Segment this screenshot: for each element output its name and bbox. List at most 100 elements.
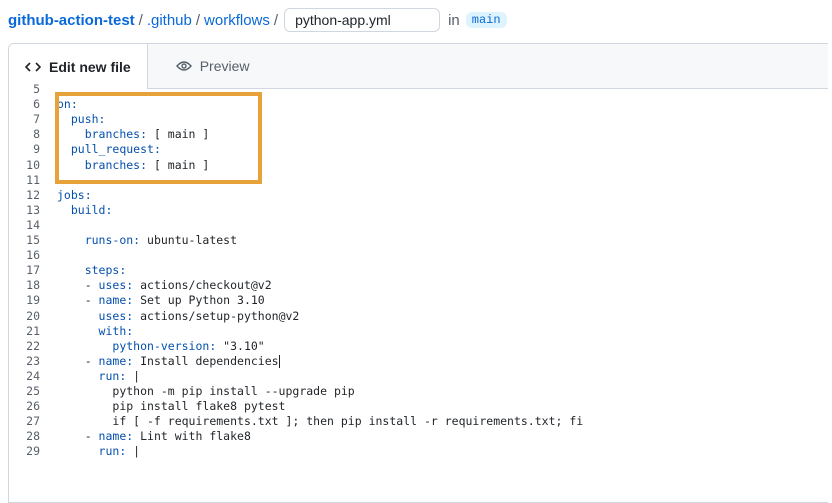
- line-number: 9: [33, 142, 40, 157]
- code-line[interactable]: 5: [9, 82, 40, 97]
- line-number: 11: [26, 172, 40, 187]
- yaml-value: Set up Python 3.10: [133, 293, 265, 308]
- code-line[interactable]: 28 - name: Lint with flake8: [9, 429, 251, 444]
- line-text: run: |: [57, 369, 141, 384]
- yaml-value: Install dependencies: [133, 353, 279, 368]
- line-number: 10: [26, 157, 40, 172]
- line-number: 16: [26, 248, 40, 263]
- filename-input[interactable]: [284, 8, 441, 32]
- breadcrumb-github-dir-link[interactable]: .github: [147, 12, 192, 29]
- yaml-key: runs-on:: [84, 233, 141, 247]
- text-cursor: [278, 354, 280, 368]
- yaml-key: branches:: [84, 127, 148, 142]
- yaml-key: with:: [98, 323, 134, 338]
- code-line[interactable]: 17 steps:: [9, 263, 126, 278]
- line-text: python-version: "3.10": [57, 338, 265, 354]
- line-number: 8: [33, 127, 40, 142]
- code-line[interactable]: 24 run: |: [9, 369, 140, 384]
- breadcrumb: github-action-test / .github / workflows…: [8, 6, 507, 34]
- line-number: 21: [26, 323, 40, 338]
- tab-preview[interactable]: Preview: [148, 44, 266, 88]
- yaml-key: branches:: [84, 157, 148, 172]
- yaml-value: "3.10": [216, 338, 265, 353]
- yaml-value: ubuntu-latest: [140, 233, 238, 247]
- line-text: pull_request:: [57, 142, 161, 157]
- breadcrumb-separator: /: [195, 11, 201, 29]
- code-line[interactable]: 19 - name: Set up Python 3.10: [9, 293, 265, 308]
- code-line[interactable]: 10 branches: [ main ]: [9, 157, 209, 173]
- line-number: 23: [26, 353, 40, 368]
- code-line[interactable]: 18 - uses: actions/checkout@v2: [9, 278, 272, 293]
- yaml-key: pull_request:: [70, 142, 161, 157]
- code-line[interactable]: 26 pip install flake8 pytest: [9, 399, 285, 414]
- code-line[interactable]: 6 on:: [9, 97, 78, 112]
- code-line[interactable]: 20 uses: actions/setup-python@v2: [9, 309, 299, 324]
- line-number: 26: [26, 399, 40, 414]
- yaml-key: steps:: [84, 263, 127, 278]
- line-number: 19: [26, 293, 40, 308]
- editor-tab-bar: Edit new file Preview: [9, 44, 828, 89]
- yaml-value: pip install flake8 pytest: [112, 399, 286, 414]
- code-line[interactable]: 12 jobs:: [9, 188, 91, 203]
- code-line[interactable]: 9 pull_request:: [9, 142, 161, 157]
- line-text: branches: [ main ]: [57, 127, 210, 142]
- breadcrumb-repo-link[interactable]: github-action-test: [8, 12, 135, 29]
- code-editor-area[interactable]: 5 6 on: 7 push: 8 branches: [ main ] 9 pull_r…: [9, 82, 828, 502]
- code-line[interactable]: 27 if [ -f requirements.txt ]; then pip …: [9, 414, 583, 429]
- line-text: if [ -f requirements.txt ]; then pip ins…: [57, 414, 583, 429]
- eye-icon: [175, 60, 192, 72]
- yaml-value: actions/checkout@v2: [133, 278, 272, 293]
- code-line[interactable]: 21 with:: [9, 323, 133, 339]
- yaml-key: on:: [57, 97, 78, 112]
- code-line[interactable]: 16: [9, 248, 40, 263]
- line-indent: -: [57, 278, 99, 293]
- yaml-value: actions/setup-python@v2: [133, 308, 300, 323]
- line-text: uses: actions/setup-python@v2: [57, 308, 300, 324]
- yaml-key: jobs:: [57, 187, 92, 202]
- line-text: pip install flake8 pytest: [57, 399, 285, 414]
- line-number: 17: [26, 263, 40, 278]
- line-number: 28: [26, 429, 40, 444]
- in-label: in: [448, 11, 460, 29]
- code-line[interactable]: 15 runs-on: ubuntu-latest: [9, 233, 237, 248]
- code-line[interactable]: 13 build:: [9, 203, 112, 218]
- code-line[interactable]: 23 - name: Install dependencies: [9, 353, 280, 369]
- line-number: 25: [26, 384, 40, 398]
- yaml-value: Lint with flake8: [133, 429, 251, 444]
- line-text: on:: [57, 97, 78, 112]
- line-text: branches: [ main ]: [57, 157, 210, 173]
- yaml-key: name:: [98, 293, 134, 308]
- line-number: 22: [26, 338, 40, 353]
- code-line[interactable]: 29 run: |: [9, 444, 140, 459]
- code-line[interactable]: 8 branches: [ main ]: [9, 127, 209, 142]
- code-line[interactable]: 25 python -m pip install --upgrade pip: [9, 384, 355, 399]
- line-number: 15: [26, 233, 40, 247]
- line-indent: -: [57, 429, 99, 444]
- tab-preview-label: Preview: [199, 58, 250, 74]
- line-text: python -m pip install --upgrade pip: [57, 384, 355, 399]
- tab-edit-label: Edit new file: [49, 58, 131, 75]
- line-number: 14: [26, 217, 40, 232]
- yaml-key: run:: [98, 444, 127, 459]
- code-line[interactable]: 22 python-version: "3.10": [9, 338, 265, 354]
- breadcrumb-workflows-link[interactable]: workflows: [204, 12, 270, 29]
- code-line[interactable]: 11: [9, 173, 40, 188]
- yaml-key: uses:: [98, 308, 134, 323]
- line-text: - uses: actions/checkout@v2: [57, 278, 272, 293]
- line-number: 27: [26, 414, 40, 429]
- code-line[interactable]: 14: [9, 218, 40, 233]
- line-indent: -: [57, 293, 99, 308]
- branch-badge[interactable]: main: [465, 12, 507, 28]
- code-line[interactable]: 7 push:: [9, 112, 105, 127]
- yaml-value: python -m pip install --upgrade pip: [112, 384, 355, 398]
- line-text: jobs:: [57, 188, 92, 203]
- yaml-key: name:: [98, 429, 134, 444]
